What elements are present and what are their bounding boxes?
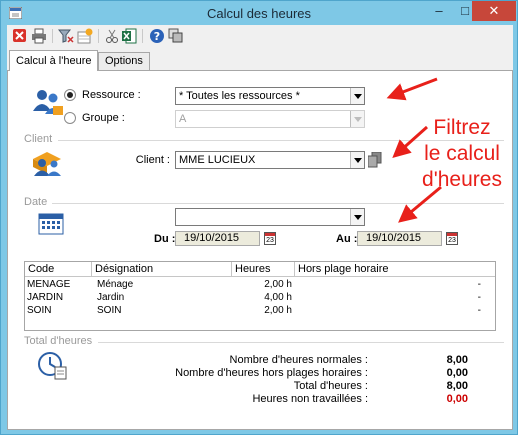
total-label: Total d'heures : — [293, 380, 368, 392]
groupe-label: Groupe : — [82, 112, 125, 124]
client-label: Client : — [135, 154, 170, 166]
tab-options[interactable]: Options — [98, 52, 150, 71]
divider — [98, 342, 504, 343]
annotation-line: le calcul — [424, 142, 500, 165]
table-cell-code: MENAGE — [27, 279, 71, 290]
totals-section-title: Total d'heures — [24, 335, 93, 347]
chevron-down-icon[interactable] — [350, 152, 364, 168]
title-bar: Calcul des heures – □ ✕ — [1, 1, 517, 25]
client-icon — [30, 149, 64, 180]
help-icon[interactable]: ? — [149, 28, 165, 44]
table-cell-designation: SOIN — [97, 305, 122, 316]
people-icon — [32, 87, 64, 120]
ressource-select[interactable]: * Toutes les ressources * — [175, 87, 365, 105]
toolbar-separator — [142, 29, 143, 43]
svg-text:?: ? — [154, 30, 160, 43]
groupe-select-value: A — [179, 113, 187, 125]
clock-icon — [38, 351, 68, 384]
total-value-negative: 0,00 — [446, 393, 468, 405]
total-label: Nombre d'heures hors plages horaires : — [175, 367, 368, 379]
close-red-icon[interactable] — [12, 28, 28, 44]
du-calendar-icon[interactable]: 23 — [264, 232, 276, 245]
toolbar-separator — [98, 29, 99, 43]
filter-clear-icon[interactable] — [58, 28, 74, 44]
au-date-field[interactable]: 19/10/2015 — [357, 231, 442, 246]
tab-strip: Calcul à l'heure Options — [7, 50, 513, 72]
print-icon[interactable] — [31, 28, 47, 44]
annotation-text: Filtrez le calcul d'heures — [407, 115, 517, 193]
total-label: Nombre d'heures normales : — [229, 354, 368, 366]
chart-table-icon[interactable] — [77, 28, 93, 44]
total-value: 0,00 — [446, 367, 468, 379]
client-browse-icon[interactable] — [367, 151, 382, 171]
chevron-down-icon[interactable] — [350, 88, 364, 104]
total-label: Heures non travaillées : — [252, 393, 368, 405]
table-cell-hors: - — [477, 292, 481, 303]
client-section-title: Client — [24, 133, 53, 145]
table-cell-code: SOIN — [27, 305, 52, 316]
scissors-icon[interactable] — [104, 28, 120, 44]
toolbar-separator — [52, 29, 53, 43]
annotation-line: Filtrez — [433, 116, 491, 139]
table-cell-heures: 2,00 h — [264, 305, 292, 316]
toolbar: ? — [7, 25, 513, 47]
annotation-line: d'heures — [422, 168, 502, 191]
excel-icon[interactable] — [121, 28, 137, 44]
calendar-icon — [38, 211, 64, 238]
au-label: Au : — [336, 233, 358, 245]
copy-icon[interactable] — [168, 28, 184, 44]
ressource-select-value: * Toutes les ressources * — [179, 90, 300, 102]
close-button[interactable]: ✕ — [472, 1, 516, 21]
groupe-select: A — [175, 110, 365, 128]
divider — [52, 203, 504, 204]
app-window: Calcul des heures – □ ✕ ? Calcul à l'heu… — [0, 0, 518, 435]
groupe-radio[interactable] — [64, 112, 76, 124]
chevron-down-icon — [350, 111, 364, 127]
column-header-designation[interactable]: Désignation — [92, 262, 232, 277]
au-calendar-icon[interactable]: 23 — [446, 232, 458, 245]
ressource-label: Ressource : — [82, 89, 141, 101]
client-select-value: MME LUCIEUX — [179, 154, 256, 166]
table-cell-designation: Ménage — [97, 279, 134, 290]
ressource-radio[interactable] — [64, 89, 76, 101]
column-header-code[interactable]: Code — [25, 262, 92, 277]
total-value: 8,00 — [446, 354, 468, 366]
column-header-heures[interactable]: Heures — [232, 262, 295, 277]
table-cell-code: JARDIN — [27, 292, 64, 303]
table-cell-heures: 4,00 h — [264, 292, 292, 303]
date-section-title: Date — [24, 196, 48, 208]
window-client-area: ? Calcul à l'heure Options Ressource : *… — [7, 25, 513, 430]
period-select[interactable] — [175, 208, 365, 226]
table-cell-designation: Jardin — [97, 292, 125, 303]
minimize-button[interactable]: – — [426, 1, 452, 21]
chevron-down-icon[interactable] — [350, 209, 364, 225]
total-value: 8,00 — [446, 380, 468, 392]
column-header-hors-plage[interactable]: Hors plage horaire — [295, 262, 495, 277]
table-cell-heures: 2,00 h — [264, 279, 292, 290]
tab-calcul-heure[interactable]: Calcul à l'heure — [9, 50, 99, 71]
du-label: Du : — [154, 233, 176, 245]
client-select[interactable]: MME LUCIEUX — [175, 151, 365, 169]
du-date-field[interactable]: 19/10/2015 — [175, 231, 260, 246]
table-cell-hors: - — [477, 279, 481, 290]
hours-table: Code Désignation Heures Hors plage horai… — [24, 261, 496, 331]
table-cell-hors: - — [477, 305, 481, 316]
